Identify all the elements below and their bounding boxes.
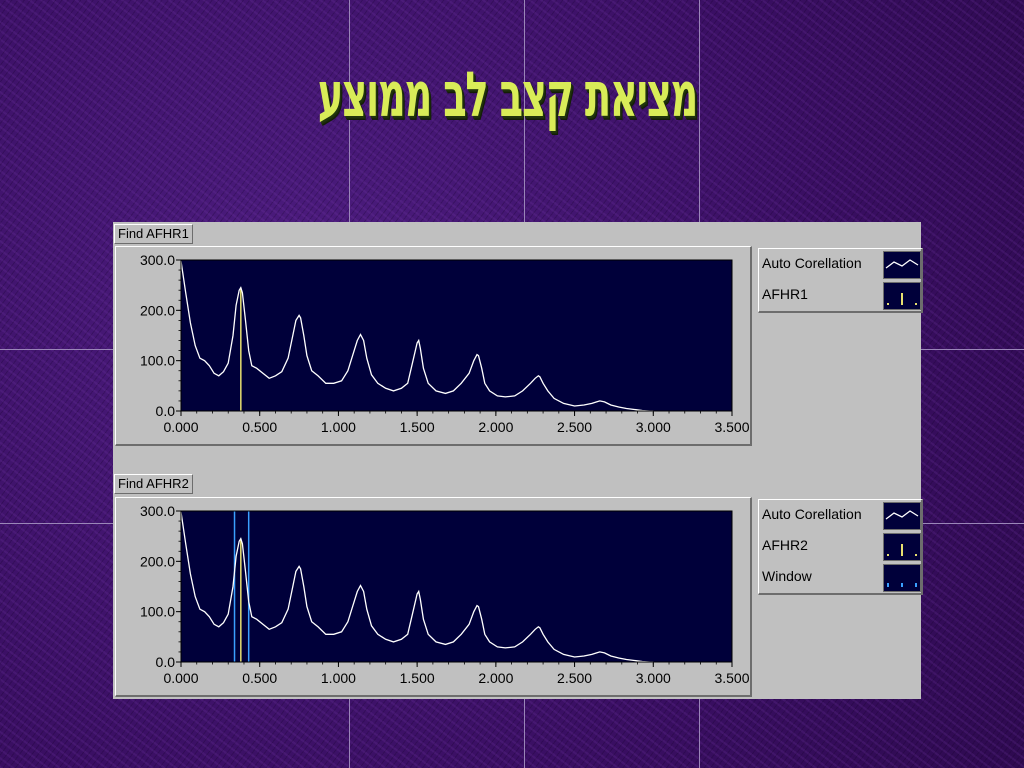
x-tick-label: 0.500 bbox=[242, 670, 277, 686]
legend-item: Window bbox=[759, 562, 921, 593]
y-tick-label: 0.0 bbox=[156, 654, 176, 670]
x-tick-label: 1.000 bbox=[321, 419, 356, 435]
marker-swatch-icon bbox=[883, 282, 921, 310]
legend-label: Auto Corellation bbox=[762, 255, 862, 271]
legend-afhr1: Auto Corellation AFHR1 bbox=[758, 248, 923, 313]
y-tick-label: 0.0 bbox=[156, 403, 176, 419]
slide-title: מציאת קצב לב ממוצע bbox=[317, 58, 699, 131]
x-tick-label: 2.500 bbox=[557, 670, 592, 686]
y-tick-label: 100.0 bbox=[140, 604, 175, 620]
x-tick-label: 0.000 bbox=[163, 419, 198, 435]
legend-item: Auto Corellation bbox=[759, 500, 921, 531]
x-tick-label: 3.500 bbox=[714, 670, 749, 686]
legend-item: AFHR1 bbox=[759, 280, 921, 311]
x-tick-label: 1.500 bbox=[400, 419, 435, 435]
x-tick-label: 2.500 bbox=[557, 419, 592, 435]
legend-item: AFHR2 bbox=[759, 531, 921, 562]
x-tick-label: 1.500 bbox=[400, 670, 435, 686]
legend-label: Auto Corellation bbox=[762, 506, 862, 522]
legend-label: AFHR2 bbox=[762, 537, 808, 553]
chart-label-afhr1: Find AFHR1 bbox=[114, 224, 193, 244]
line-swatch-icon bbox=[883, 251, 921, 279]
x-tick-label: 3.000 bbox=[636, 670, 671, 686]
chart-frame-afhr2: 0.0 100.0 200.0 300.0 0.000 0.500 1.000 1.500 2.… bbox=[115, 497, 752, 697]
x-tick-label: 2.000 bbox=[478, 670, 513, 686]
legend-item: Auto Corellation bbox=[759, 249, 921, 280]
chart-frame-afhr1: 0.0 100.0 200.0 300.0 0.000 0.500 1.000 1.500 2.… bbox=[115, 246, 752, 446]
x-tick-label: 0.500 bbox=[242, 419, 277, 435]
y-tick-label: 300.0 bbox=[140, 252, 175, 268]
marker-swatch-icon bbox=[883, 533, 921, 561]
chart-label-afhr2: Find AFHR2 bbox=[114, 474, 193, 494]
y-tick-label: 300.0 bbox=[140, 503, 175, 519]
chart-afhr1: 0.0 100.0 200.0 300.0 0.000 0.500 1.000 1.500 2.… bbox=[140, 252, 750, 435]
legend-label: Window bbox=[762, 568, 812, 584]
y-tick-label: 100.0 bbox=[140, 353, 175, 369]
legend-afhr2: Auto Corellation AFHR2 Window bbox=[758, 499, 923, 595]
labview-front-panel: Find AFHR1 0.0 100.0 200.0 300.0 0.000 0.500 1… bbox=[113, 222, 923, 699]
x-tick-label: 3.500 bbox=[714, 419, 749, 435]
y-tick-label: 200.0 bbox=[140, 302, 175, 318]
chart-afhr2: 0.0 100.0 200.0 300.0 0.000 0.500 1.000 1.500 2.… bbox=[140, 503, 750, 686]
legend-label: AFHR1 bbox=[762, 286, 808, 302]
x-tick-label: 2.000 bbox=[478, 419, 513, 435]
x-tick-label: 3.000 bbox=[636, 419, 671, 435]
x-tick-label: 1.000 bbox=[321, 670, 356, 686]
y-tick-label: 200.0 bbox=[140, 553, 175, 569]
line-swatch-icon bbox=[883, 502, 921, 530]
x-tick-label: 0.000 bbox=[163, 670, 198, 686]
chart-block-afhr1: Find AFHR1 0.0 100.0 200.0 300.0 0.000 0.500 1… bbox=[113, 222, 923, 452]
chart-block-afhr2: Find AFHR2 0.0 100.0 200.0 300.0 0.000 0.500 1… bbox=[113, 472, 923, 699]
window-swatch-icon bbox=[883, 564, 921, 592]
